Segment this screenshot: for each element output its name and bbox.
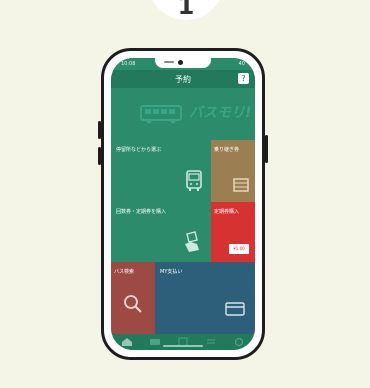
tab-bus-icon[interactable] bbox=[149, 337, 161, 347]
tile-pass-select-label: 回数券・定期券を購入 bbox=[116, 209, 167, 215]
tile-search-label: 停留所などから選ぶ bbox=[116, 147, 162, 153]
tile-pass-buy[interactable]: 定期券購入 ¥1.00 bbox=[211, 202, 255, 262]
bus-icon bbox=[186, 170, 202, 191]
tile-ticket-book[interactable]: 乗り継ぎ券 bbox=[211, 140, 255, 202]
tile-my-pay[interactable]: MY支払い bbox=[155, 262, 255, 334]
hand-icon bbox=[185, 231, 199, 252]
step-number: 1 bbox=[177, 0, 195, 20]
speaker bbox=[164, 61, 174, 63]
pass-chip: ¥1.00 bbox=[229, 244, 249, 254]
tile-search[interactable]: 停留所などから選ぶ bbox=[111, 140, 211, 202]
tile-ticket-book-label: 乗り継ぎ券 bbox=[214, 147, 240, 153]
status-bar: 10:08 40 bbox=[111, 58, 255, 70]
logo-area: バスモリ! bbox=[111, 88, 255, 140]
card-icon bbox=[225, 302, 245, 316]
tab-bar bbox=[111, 334, 255, 350]
notch bbox=[155, 58, 211, 68]
tile-search2[interactable]: バス検索 bbox=[111, 262, 155, 334]
page-title: 予約 bbox=[175, 75, 191, 84]
volume-button-2 bbox=[98, 147, 101, 165]
status-battery: 40 bbox=[238, 61, 245, 67]
tab-list-icon[interactable] bbox=[205, 337, 217, 347]
camera-icon bbox=[178, 60, 183, 65]
tab-settings-icon[interactable] bbox=[233, 337, 245, 347]
help-button[interactable]: ? bbox=[238, 73, 249, 84]
nav-bar: 予約 ? bbox=[111, 70, 255, 88]
brand-name: バスモリ! bbox=[189, 105, 252, 121]
tile-pass-select[interactable]: 回数券・定期券を購入 bbox=[111, 202, 211, 262]
tile-search2-label: バス検索 bbox=[114, 269, 135, 275]
status-time: 10:08 bbox=[121, 61, 136, 67]
tile-my-pay-label: MY支払い bbox=[160, 269, 183, 275]
phone-frame: 10:08 40 予約 ? バスモリ! 停留所などから選ぶ 乗り継ぎ券 回数券・… bbox=[98, 48, 268, 360]
tile-pass-buy-label: 定期券購入 bbox=[214, 209, 240, 215]
phone-screen: 10:08 40 予約 ? バスモリ! 停留所などから選ぶ 乗り継ぎ券 回数券・… bbox=[111, 58, 255, 350]
ticket-icon bbox=[233, 178, 249, 192]
home-icon[interactable] bbox=[121, 337, 133, 347]
search-icon bbox=[124, 295, 142, 313]
power-button bbox=[265, 135, 268, 163]
volume-button bbox=[98, 121, 101, 139]
step-badge: 1 bbox=[148, 0, 224, 20]
home-indicator bbox=[163, 345, 203, 347]
bus-logo-icon bbox=[140, 105, 182, 124]
